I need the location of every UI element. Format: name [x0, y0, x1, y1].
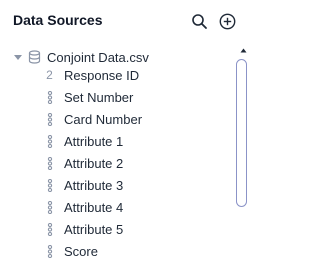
field-item-attribute-2[interactable]: Attribute 2 [45, 155, 123, 171]
scrollbar-thumb[interactable] [236, 59, 247, 207]
field-item-attribute-3[interactable]: Attribute 3 [45, 177, 123, 193]
categorical-icon [47, 178, 52, 192]
field-item-score[interactable]: Score [45, 243, 98, 259]
field-item-attribute-5[interactable]: Attribute 5 [45, 221, 123, 237]
tree-root-conjoint-data[interactable]: Conjoint Data.csv [13, 49, 149, 65]
field-item-attribute-4[interactable]: Attribute 4 [45, 199, 123, 215]
categorical-icon [47, 112, 52, 126]
field-item-attribute-1[interactable]: Attribute 1 [45, 133, 123, 149]
field-label: Attribute 4 [64, 199, 124, 215]
panel-title: Data Sources [13, 12, 103, 28]
categorical-icon [47, 156, 52, 170]
field-label: Score [64, 243, 98, 259]
field-item-set-number[interactable]: Set Number [45, 89, 133, 105]
database-icon [28, 50, 41, 64]
field-label: Attribute 2 [64, 155, 124, 171]
categorical-icon [47, 222, 52, 236]
field-label: Response ID [64, 67, 140, 83]
field-label: Attribute 5 [64, 221, 124, 237]
field-label: Set Number [64, 89, 134, 105]
scroll-up-arrow-icon[interactable] [240, 48, 247, 53]
field-label: Attribute 3 [64, 177, 124, 193]
categorical-icon [47, 90, 52, 104]
categorical-icon [47, 200, 52, 214]
tree-root-label: Conjoint Data.csv [47, 49, 149, 65]
categorical-icon [47, 244, 52, 258]
numeric-type-icon: 2 [46, 68, 53, 82]
field-item-card-number[interactable]: Card Number [45, 111, 142, 127]
search-icon[interactable] [191, 13, 208, 30]
data-sources-panel: Data Sources Conjoint Data.csv 2 Respons… [0, 0, 255, 265]
field-label: Card Number [64, 111, 143, 127]
caret-down-icon[interactable] [13, 52, 23, 62]
add-circle-icon[interactable] [219, 13, 236, 30]
categorical-icon [47, 134, 52, 148]
field-item-response-id[interactable]: 2 Response ID [45, 67, 139, 83]
field-label: Attribute 1 [64, 133, 124, 149]
